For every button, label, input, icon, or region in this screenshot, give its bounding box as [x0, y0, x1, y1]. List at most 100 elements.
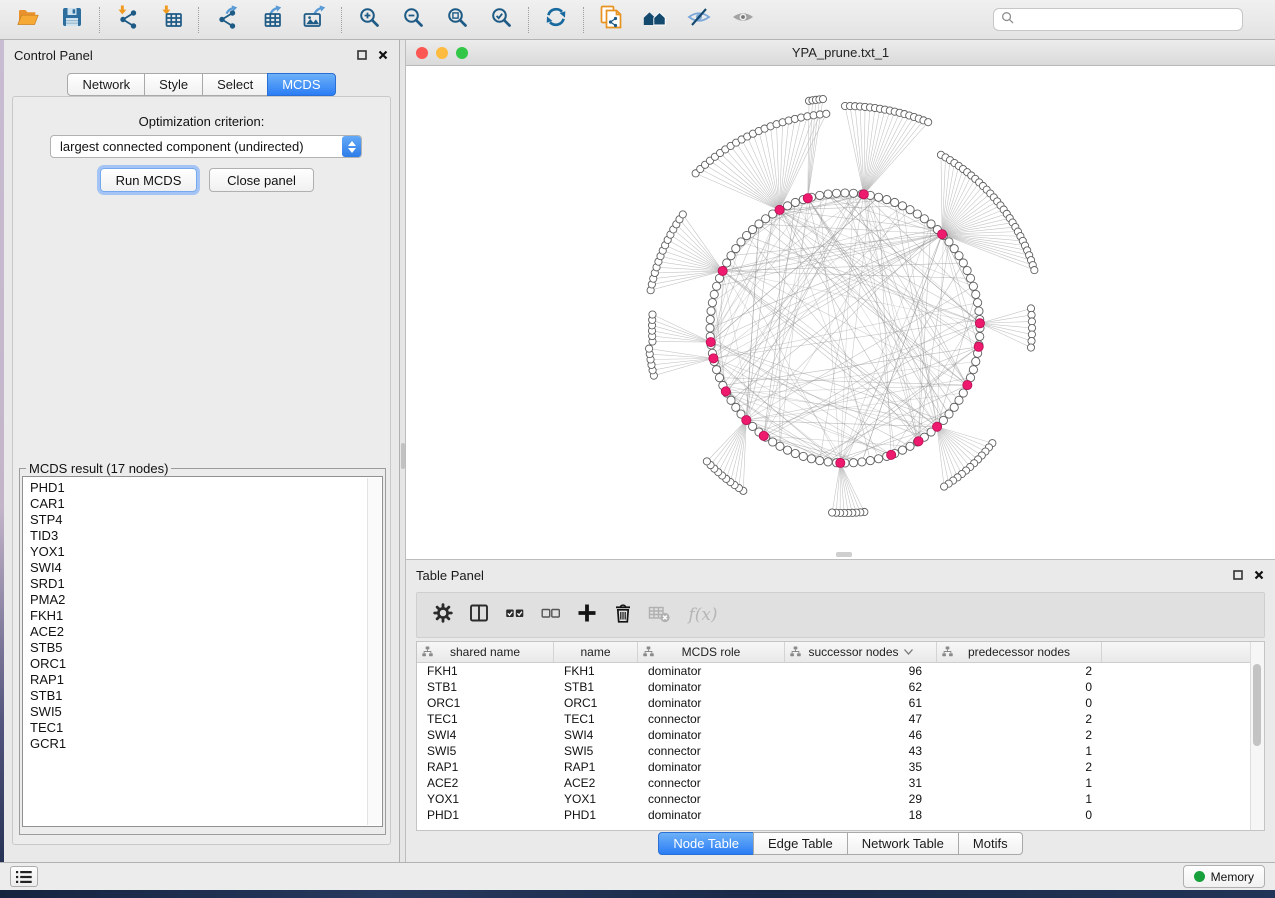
mcds-result-item[interactable]: YOX1 — [30, 544, 382, 560]
cell-MCDS-role[interactable]: dominator — [638, 663, 785, 679]
table-row[interactable]: STB1STB1dominator620 — [417, 679, 1264, 695]
search-input[interactable] — [1019, 12, 1242, 28]
mcds-network-node[interactable] — [718, 266, 727, 275]
cell-successor-nodes[interactable]: 96 — [785, 663, 937, 679]
cell-name[interactable]: RAP1 — [554, 759, 638, 775]
tab-mcds[interactable]: MCDS — [267, 73, 335, 96]
cell-name[interactable]: SWI4 — [554, 727, 638, 743]
cell-shared-name[interactable]: ORC1 — [417, 695, 554, 711]
sort-chevron-icon[interactable] — [904, 649, 913, 655]
select-all-button[interactable] — [499, 599, 531, 631]
splitter-handle[interactable] — [401, 443, 405, 469]
import-network-button[interactable] — [105, 3, 149, 37]
add-button[interactable] — [571, 599, 603, 631]
tab-node-table[interactable]: Node Table — [658, 832, 754, 855]
cell-successor-nodes[interactable]: 62 — [785, 679, 937, 695]
mcds-network-node[interactable] — [859, 190, 868, 199]
cell-successor-nodes[interactable]: 43 — [785, 743, 937, 759]
cell-predecessor-nodes[interactable]: 0 — [937, 695, 1102, 711]
close-table-panel-icon[interactable] — [1253, 569, 1265, 581]
network-window-titlebar[interactable]: YPA_prune.txt_1 — [406, 40, 1275, 66]
cell-predecessor-nodes[interactable]: 0 — [937, 807, 1102, 823]
mcds-result-item[interactable]: ORC1 — [30, 656, 382, 672]
cell-predecessor-nodes[interactable]: 2 — [937, 711, 1102, 727]
mcds-network-node[interactable] — [914, 437, 923, 446]
mcds-result-item[interactable]: TEC1 — [30, 720, 382, 736]
mcds-list-scrollbar[interactable] — [367, 478, 381, 825]
cell-name[interactable]: STB1 — [554, 679, 638, 695]
mcds-result-item[interactable]: STB1 — [30, 688, 382, 704]
cell-predecessor-nodes[interactable]: 1 — [937, 743, 1102, 759]
cell-predecessor-nodes[interactable]: 0 — [937, 679, 1102, 695]
cell-name[interactable]: SWI5 — [554, 743, 638, 759]
cell-name[interactable]: TEC1 — [554, 711, 638, 727]
gear-button[interactable] — [427, 599, 459, 631]
column-header-successor-nodes[interactable]: successor nodes — [785, 642, 937, 662]
table-row[interactable]: ORC1ORC1dominator610 — [417, 695, 1264, 711]
show-eye-button[interactable] — [721, 3, 765, 37]
export-table-button[interactable] — [248, 3, 292, 37]
cell-MCDS-role[interactable]: dominator — [638, 759, 785, 775]
mcds-network-node[interactable] — [721, 387, 730, 396]
search-box[interactable] — [993, 8, 1243, 31]
cell-MCDS-role[interactable]: dominator — [638, 679, 785, 695]
mcds-network-node[interactable] — [709, 354, 718, 363]
cell-successor-nodes[interactable]: 46 — [785, 727, 937, 743]
mcds-result-item[interactable]: SWI4 — [30, 560, 382, 576]
mcds-network-node[interactable] — [775, 205, 784, 214]
cell-successor-nodes[interactable]: 29 — [785, 791, 937, 807]
save-button[interactable] — [50, 3, 94, 37]
home-button[interactable] — [633, 3, 677, 37]
close-window-icon[interactable] — [416, 47, 428, 59]
cell-name[interactable]: YOX1 — [554, 791, 638, 807]
maximize-window-icon[interactable] — [456, 47, 468, 59]
column-header-name[interactable]: name — [554, 642, 638, 662]
mcds-result-item[interactable]: STB5 — [30, 640, 382, 656]
mcds-result-item[interactable]: SRD1 — [30, 576, 382, 592]
cell-predecessor-nodes[interactable]: 2 — [937, 663, 1102, 679]
cell-shared-name[interactable]: YOX1 — [417, 791, 554, 807]
open-folder-button[interactable] — [6, 3, 50, 37]
cell-predecessor-nodes[interactable]: 2 — [937, 727, 1102, 743]
deselect-all-button[interactable] — [535, 599, 567, 631]
table-row[interactable]: TEC1TEC1connector472 — [417, 711, 1264, 727]
float-window-icon[interactable] — [356, 49, 368, 61]
table-scrollbar-thumb[interactable] — [1253, 664, 1261, 746]
cell-MCDS-role[interactable]: connector — [638, 775, 785, 791]
column-header-shared-name[interactable]: shared name — [417, 642, 554, 662]
mcds-result-item[interactable]: STP4 — [30, 512, 382, 528]
cell-successor-nodes[interactable]: 35 — [785, 759, 937, 775]
mcds-result-item[interactable]: PHD1 — [30, 480, 382, 496]
memory-button[interactable]: Memory — [1183, 865, 1265, 888]
optimization-criterion-select[interactable]: largest connected component (undirected) — [50, 135, 362, 158]
mcds-result-item[interactable]: RAP1 — [30, 672, 382, 688]
table-row[interactable]: RAP1RAP1dominator352 — [417, 759, 1264, 775]
cell-successor-nodes[interactable]: 18 — [785, 807, 937, 823]
mcds-result-item[interactable]: FKH1 — [30, 608, 382, 624]
table-row[interactable]: FKH1FKH1dominator962 — [417, 663, 1264, 679]
tab-network[interactable]: Network — [67, 73, 145, 96]
zoom-fit-button[interactable] — [435, 3, 479, 37]
mcds-network-node[interactable] — [742, 415, 751, 424]
cell-successor-nodes[interactable]: 47 — [785, 711, 937, 727]
cell-MCDS-role[interactable]: dominator — [638, 695, 785, 711]
zoom-in-button[interactable] — [347, 3, 391, 37]
close-panel-button[interactable]: Close panel — [209, 168, 314, 192]
cell-shared-name[interactable]: SWI4 — [417, 727, 554, 743]
run-mcds-button[interactable]: Run MCDS — [100, 168, 197, 192]
tab-network-table[interactable]: Network Table — [847, 832, 959, 855]
cell-MCDS-role[interactable]: dominator — [638, 807, 785, 823]
cell-shared-name[interactable]: SWI5 — [417, 743, 554, 759]
tab-edge-table[interactable]: Edge Table — [753, 832, 848, 855]
table-row[interactable]: SWI5SWI5connector431 — [417, 743, 1264, 759]
cell-shared-name[interactable]: PHD1 — [417, 807, 554, 823]
cell-MCDS-role[interactable]: connector — [638, 711, 785, 727]
cell-shared-name[interactable]: RAP1 — [417, 759, 554, 775]
column-header-MCDS-role[interactable]: MCDS role — [638, 642, 785, 662]
columns-button[interactable] — [463, 599, 495, 631]
mcds-result-list[interactable]: PHD1CAR1STP4TID3YOX1SWI4SRD1PMA2FKH1ACE2… — [22, 476, 383, 827]
cell-name[interactable]: ORC1 — [554, 695, 638, 711]
network-hscroll-handle[interactable] — [836, 552, 852, 557]
trash-button[interactable] — [607, 599, 639, 631]
panel-menu-button[interactable] — [10, 866, 38, 887]
